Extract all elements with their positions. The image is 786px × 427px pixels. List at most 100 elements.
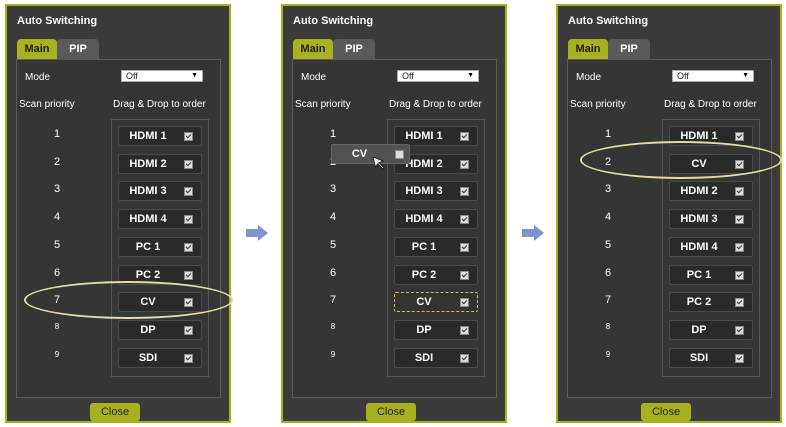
source-item[interactable]: PC 2 [669,292,753,312]
source-label: PC 1 [135,241,161,253]
source-item[interactable]: HDMI 3 [394,181,478,201]
source-label: DP [691,324,707,336]
priority-number: 9 [54,350,60,359]
source-item[interactable]: SDI [394,348,478,368]
panel-title: Auto Switching [17,15,98,27]
scan-priority-header: Scan priority [19,99,75,110]
checkbox-checked-icon[interactable] [735,326,744,335]
checkbox-checked-icon[interactable] [460,215,469,224]
priority-number: 4 [329,211,337,223]
close-button[interactable]: Close [366,403,416,421]
source-item[interactable]: SDI [118,348,202,368]
close-button[interactable]: Close [90,403,140,421]
source-label: PC 1 [686,269,712,281]
source-label: DP [140,324,156,336]
checkbox-checked-icon[interactable] [735,243,744,252]
source-item[interactable]: DP [118,320,202,340]
source-item[interactable]: DP [669,320,753,340]
mode-select[interactable]: Off ▼ [672,70,754,82]
panel-title: Auto Switching [293,15,374,27]
right-arrow-icon [246,225,268,241]
priority-number: 6 [53,267,61,279]
source-label: PC 1 [411,241,437,253]
source-label: SDI [138,352,158,364]
checkbox-checked-icon[interactable] [184,132,193,141]
tab-pip[interactable]: PIP [333,39,375,59]
source-label: PC 2 [411,269,437,281]
checkbox-checked-icon[interactable] [735,187,744,196]
checkbox-checked-icon[interactable] [735,132,744,141]
auto-switching-panel-3: Auto Switching Main PIP Mode Off ▼ Scan … [556,4,782,423]
checkbox-checked-icon[interactable] [735,298,744,307]
auto-switching-panel-2: Auto Switching Main PIP Mode Off ▼ Scan … [281,4,507,423]
highlight-ellipse [580,141,782,179]
source-item[interactable]: PC 2 [394,265,478,285]
mode-label: Mode [576,72,602,83]
mode-label: Mode [301,72,327,83]
priority-number: 8 [54,322,60,331]
checkbox-checked-icon[interactable] [460,160,469,169]
source-item[interactable]: HDMI 4 [118,209,202,229]
tab-main[interactable]: Main [293,39,333,59]
source-label: HDMI 3 [680,213,718,225]
source-item[interactable]: HDMI 1 [394,126,478,146]
checkbox-checked-icon[interactable] [460,354,469,363]
checkbox-checked-icon[interactable] [460,326,469,335]
checkbox-checked-icon[interactable] [184,187,193,196]
priority-number: 9 [330,350,336,359]
source-item[interactable]: HDMI 3 [118,181,202,201]
priority-number: 8 [605,322,611,331]
source-label: HDMI 2 [680,185,718,197]
source-item[interactable]: HDMI 2 [118,154,202,174]
source-item[interactable]: HDMI 1 [118,126,202,146]
source-item[interactable]: DP [394,320,478,340]
mode-select[interactable]: Off ▼ [121,70,203,82]
tab-pip[interactable]: PIP [608,39,650,59]
source-label: SDI [414,352,434,364]
source-label: PC 2 [686,296,712,308]
mode-label: Mode [25,72,51,83]
source-label: SDI [689,352,709,364]
mode-select-value: Off [126,71,138,81]
source-item[interactable]: SDI [669,348,753,368]
drag-drop-header: Drag & Drop to order [664,99,757,110]
checkbox-checked-icon[interactable] [735,354,744,363]
checkbox-checked-icon[interactable] [735,271,744,280]
source-item[interactable]: HDMI 2 [669,181,753,201]
chevron-down-icon: ▼ [191,72,198,79]
checkbox-checked-icon[interactable] [184,354,193,363]
checkbox-checked-icon[interactable] [184,160,193,169]
checkbox-checked-icon[interactable] [184,243,193,252]
tab-pip[interactable]: PIP [57,39,99,59]
drag-drop-header: Drag & Drop to order [113,99,206,110]
close-button[interactable]: Close [641,403,691,421]
checkbox-checked-icon[interactable] [184,271,193,280]
mode-select[interactable]: Off ▼ [397,70,479,82]
chevron-down-icon: ▼ [467,72,474,79]
checkbox-checked-icon[interactable] [184,215,193,224]
dragging-source-item[interactable]: CV [331,144,410,164]
drag-drop-header: Drag & Drop to order [389,99,482,110]
checkbox-checked-icon[interactable] [460,187,469,196]
tab-main[interactable]: Main [17,39,57,59]
source-item[interactable]: PC 1 [394,237,478,257]
right-arrow-icon [522,225,544,241]
source-item[interactable]: HDMI 4 [669,237,753,257]
checkbox-checked-icon[interactable] [735,215,744,224]
checkbox-checked-icon[interactable] [460,243,469,252]
checkbox-checked-icon[interactable] [460,271,469,280]
drop-placeholder[interactable]: CV [394,292,478,312]
source-item[interactable]: PC 1 [118,237,202,257]
source-label: HDMI 4 [680,241,718,253]
priority-number: 6 [329,267,337,279]
checkbox-checked-icon[interactable] [460,132,469,141]
source-item[interactable]: PC 1 [669,265,753,285]
priority-number: 5 [329,239,337,251]
source-label: HDMI 1 [405,130,443,142]
source-item[interactable]: HDMI 3 [669,209,753,229]
priority-number: 4 [604,211,612,223]
checkbox-checked-icon[interactable] [460,298,469,307]
tab-main[interactable]: Main [568,39,608,59]
source-item[interactable]: HDMI 4 [394,209,478,229]
checkbox-checked-icon[interactable] [184,326,193,335]
